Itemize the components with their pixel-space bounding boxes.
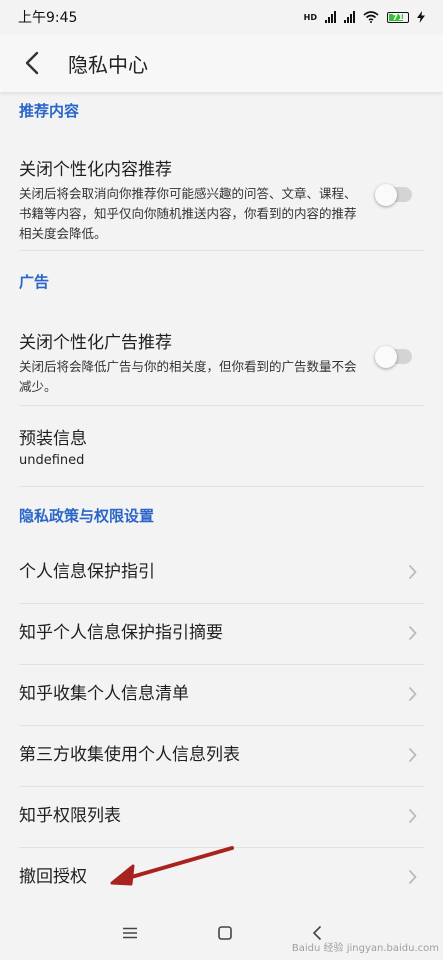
divider xyxy=(19,250,424,251)
list-item-collected-info-list[interactable]: 知乎收集个人信息清单 xyxy=(0,664,443,724)
charging-icon xyxy=(417,11,425,23)
chevron-right-icon xyxy=(408,747,417,763)
preinstall-info-title: 预装信息 xyxy=(19,429,87,449)
menu-icon[interactable] xyxy=(122,927,138,939)
status-time: 上午9:45 xyxy=(18,10,78,26)
page-title: 隐私中心 xyxy=(68,52,148,77)
watermark: Baidu 经验 jingyan.baidu.com xyxy=(291,943,439,954)
back-button[interactable] xyxy=(0,34,64,92)
list-item-label: 知乎个人信息保护指引摘要 xyxy=(19,623,223,643)
personalized-ads-title: 关闭个性化广告推荐 xyxy=(19,333,172,353)
signal-icon xyxy=(325,11,336,23)
preinstall-info-value: undefined xyxy=(19,453,85,468)
list-item-permission-list[interactable]: 知乎权限列表 xyxy=(0,786,443,846)
section-title-policy: 隐私政策与权限设置 xyxy=(19,507,155,525)
divider xyxy=(19,486,424,487)
personalized-content-title: 关闭个性化内容推荐 xyxy=(19,160,172,180)
signal-icon-2 xyxy=(344,11,355,23)
personalized-ads-desc: 关闭后将会降低广告与你的相关度，但你看到的广告数量不会减少。 xyxy=(19,359,357,394)
chevron-right-icon xyxy=(408,869,417,885)
battery-icon: 71 xyxy=(387,11,409,23)
app-header: 隐私中心 xyxy=(0,34,443,92)
toggle-knob xyxy=(375,345,397,368)
home-icon[interactable] xyxy=(217,925,232,940)
section-title-recommend: 推荐内容 xyxy=(19,102,80,120)
chevron-left-icon xyxy=(25,51,39,75)
personalized-content-desc: 关闭后将会取消向你推荐你可能感兴趣的问答、文章、课程、书籍等内容，知乎仅向你随机… xyxy=(19,186,357,241)
list-item-privacy-guide-summary[interactable]: 知乎个人信息保护指引摘要 xyxy=(0,603,443,663)
list-item-label: 第三方收集使用个人信息列表 xyxy=(19,745,240,765)
list-item-label: 个人信息保护指引 xyxy=(19,562,155,582)
status-bar: 上午9:45 HD 71 xyxy=(0,0,443,34)
chevron-right-icon xyxy=(408,686,417,702)
toggle-knob xyxy=(375,183,397,206)
status-icons: HD 71 xyxy=(304,11,425,23)
list-item-revoke-authorization[interactable]: 撤回授权 xyxy=(0,847,443,907)
list-item-label: 知乎权限列表 xyxy=(19,806,121,826)
list-item-label: 知乎收集个人信息清单 xyxy=(19,684,189,704)
list-item-label: 撤回授权 xyxy=(19,867,87,887)
wifi-icon xyxy=(363,11,379,23)
personalized-ads-toggle[interactable] xyxy=(375,345,412,368)
list-item-privacy-guide[interactable]: 个人信息保护指引 xyxy=(0,542,443,602)
list-item-third-party-list[interactable]: 第三方收集使用个人信息列表 xyxy=(0,725,443,785)
preinstall-info-row[interactable]: 预装信息 undefined xyxy=(0,424,443,468)
chevron-right-icon xyxy=(408,625,417,641)
section-title-ads: 广告 xyxy=(19,273,50,291)
divider xyxy=(19,405,424,406)
personalized-content-toggle[interactable] xyxy=(375,183,412,206)
chevron-right-icon xyxy=(408,808,417,824)
network-type-label: HD xyxy=(303,12,317,22)
chevron-right-icon xyxy=(408,564,417,580)
